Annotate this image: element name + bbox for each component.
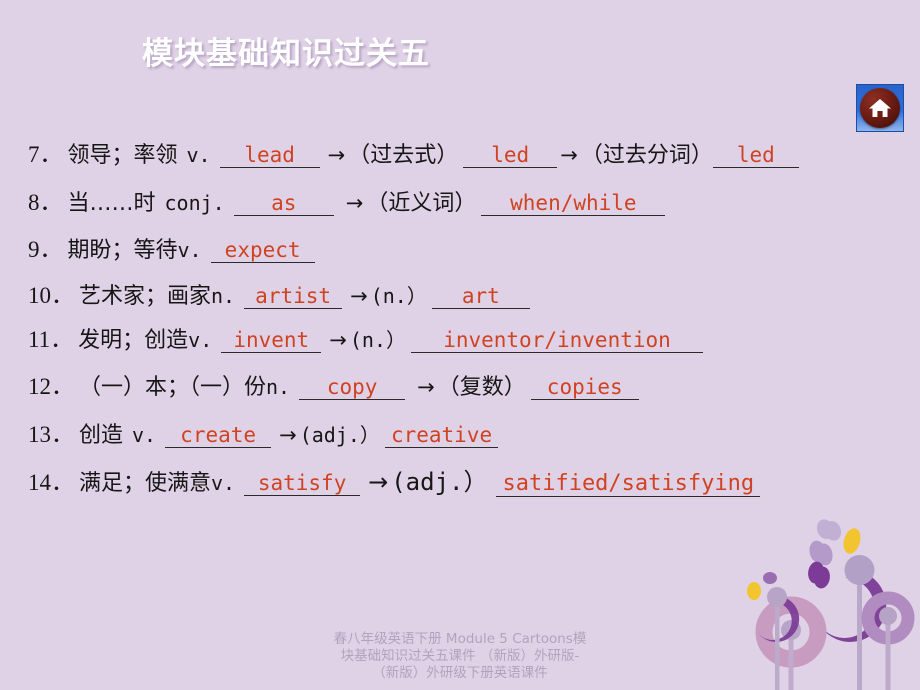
item-label: (adj.）: [391, 468, 488, 496]
item-chinese: 艺术家；画家: [79, 284, 212, 309]
footer-line-3: （新版）外研级下册英语课件: [372, 665, 548, 681]
item-label: (n.）: [370, 284, 427, 308]
arrow-icon: →: [329, 328, 347, 352]
vocab-row-14: 14． 满足；使满意 v. satisfy → (adj.） satified/…: [28, 468, 761, 498]
home-button[interactable]: [856, 84, 904, 132]
answer-blank[interactable]: led: [463, 144, 558, 169]
answer-blank[interactable]: invent: [221, 329, 322, 354]
item-number: 11．: [28, 327, 74, 352]
answer-blank[interactable]: lead: [219, 144, 320, 169]
footer-line-2: 块基础知识过关五课件 （新版）外研版-: [340, 648, 580, 664]
vocab-row-13: 13． 创造 v. create → (adj.） creative: [28, 422, 499, 449]
item-chinese: 期盼；等待: [67, 238, 178, 263]
item-chinese: 满足；使满意: [79, 471, 212, 496]
answer-blank[interactable]: led: [712, 144, 799, 169]
item-number: 9．: [28, 237, 63, 262]
answer-blank[interactable]: when/while: [481, 192, 666, 217]
item-label: （过去分词）: [580, 143, 713, 168]
vocab-row-9: 9． 期盼；等待 v. expect: [28, 237, 315, 264]
answer-blank[interactable]: copies: [530, 376, 639, 401]
vocab-row-10: 10． 艺术家；画家 n. artist → (n.） art: [28, 283, 530, 310]
answer-blank[interactable]: inventor/invention: [411, 329, 703, 354]
item-pos: n.: [266, 375, 291, 399]
item-pos: conj.: [164, 191, 225, 215]
slide-canvas: 模块基础知识过关五 7． 领导；率领 v. lead → （过去式） led →…: [0, 0, 920, 690]
arrow-icon: →: [350, 284, 368, 308]
footer-line-1: 春八年级英语下册 Module 5 Cartoons模: [333, 631, 587, 647]
item-chinese: （一）本；（一）份: [79, 375, 267, 400]
item-pos: v.: [177, 238, 202, 262]
answer-blank[interactable]: satisfy: [244, 472, 361, 497]
home-icon: [860, 88, 900, 128]
arrow-icon: →: [368, 468, 389, 496]
answer-blank[interactable]: art: [431, 285, 530, 310]
vocab-row-7: 7． 领导；率领 v. lead → （过去式） led → （过去分词） le…: [28, 142, 799, 169]
answer-blank[interactable]: copy: [299, 376, 406, 401]
item-chinese: 当……时: [67, 191, 156, 216]
arrow-icon: →: [279, 423, 297, 447]
item-number: 10．: [28, 283, 74, 308]
item-chinese: 领导；率领: [67, 143, 178, 168]
item-number: 13．: [28, 422, 74, 447]
arrow-icon: →: [345, 191, 364, 215]
item-chinese: 创造: [79, 423, 124, 448]
item-pos: v.: [211, 471, 236, 495]
item-number: 12．: [28, 374, 74, 399]
arrow-icon: →: [327, 143, 346, 167]
answer-blank[interactable]: artist: [244, 285, 343, 310]
item-chinese: 发明；创造: [78, 328, 189, 353]
answer-blank[interactable]: creative: [384, 424, 499, 449]
page-title: 模块基础知识过关五: [142, 36, 430, 72]
item-pos: v.: [132, 423, 157, 447]
vocab-row-11: 11． 发明；创造 v. invent → (n.） inventor/inve…: [28, 327, 703, 354]
footer-caption: 春八年级英语下册 Module 5 Cartoons模 块基础知识过关五课件 （…: [0, 631, 920, 682]
answer-blank[interactable]: as: [233, 192, 334, 217]
item-pos: v.: [186, 143, 211, 167]
item-label: （过去式）: [348, 143, 459, 168]
answer-blank[interactable]: satified/satisfying: [496, 472, 761, 498]
answer-blank[interactable]: expect: [210, 239, 315, 264]
item-label: （复数）: [437, 375, 526, 400]
answer-blank[interactable]: create: [165, 424, 272, 449]
arrow-icon: →: [560, 143, 578, 167]
item-label: (n.）: [349, 328, 406, 352]
item-number: 14．: [28, 470, 74, 495]
item-label: (adj.）: [299, 423, 380, 447]
arrow-icon: →: [417, 375, 435, 399]
item-pos: v.: [188, 328, 213, 352]
item-label: （近义词）: [366, 191, 477, 216]
vocab-row-12: 12． （一）本；（一）份 n. copy → （复数） copies: [28, 374, 639, 401]
vocab-row-8: 8． 当……时 conj. as → （近义词） when/while: [28, 190, 666, 217]
item-number: 7．: [28, 142, 63, 167]
item-pos: n.: [211, 284, 236, 308]
item-number: 8．: [28, 190, 63, 215]
